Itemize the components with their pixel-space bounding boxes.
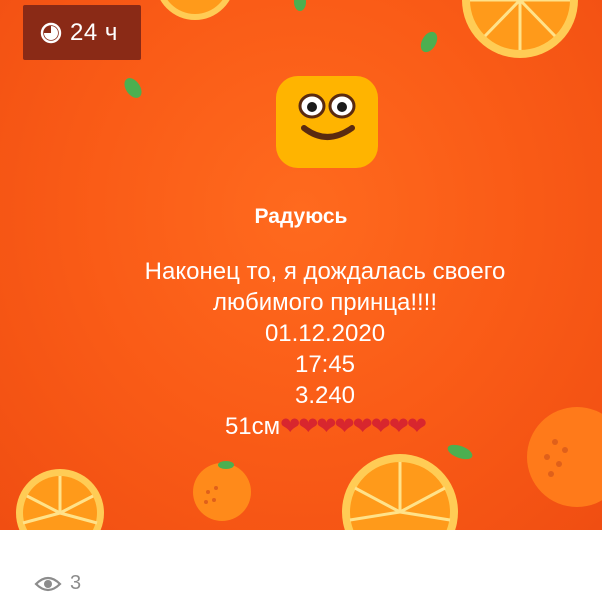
time-left-badge: 24 ч xyxy=(23,5,141,60)
orange-slice-decoration xyxy=(342,454,458,530)
leaf-decoration xyxy=(124,78,142,98)
time-left-label: 24 ч xyxy=(70,18,118,46)
message-line: 51см❤❤❤❤❤❤❤❤ xyxy=(100,411,550,442)
message-line: 3.240 xyxy=(294,382,356,409)
views-count: 3 xyxy=(70,572,82,594)
eye-icon xyxy=(34,576,62,591)
orange-slice-decoration xyxy=(16,469,104,530)
orange-fruit-decoration xyxy=(193,461,251,521)
post-message: Наконец то, я дождалась своего любимого … xyxy=(100,256,550,442)
leaf-decoration xyxy=(420,31,438,53)
post-card: 24 ч Радуюсь Наконец то, я дождалась сво… xyxy=(0,0,602,530)
length-text: 51см xyxy=(224,413,281,440)
message-line: 01.12.2020 xyxy=(264,320,386,347)
message-line: 17:45 xyxy=(294,351,356,378)
mood-title: Радуюсь xyxy=(254,205,348,228)
orange-slice-decoration xyxy=(462,0,578,58)
timer-icon xyxy=(40,22,62,43)
leaf-decoration xyxy=(294,0,306,11)
smiley-face-icon xyxy=(276,76,378,168)
orange-slice-decoration xyxy=(160,0,230,20)
hearts-emoji: ❤❤❤❤❤❤❤❤ xyxy=(280,413,427,440)
views-counter: 3 xyxy=(34,572,81,595)
message-line: Наконец то, я дождалась своего xyxy=(144,258,506,285)
message-line: любимого принца!!!! xyxy=(212,289,437,316)
